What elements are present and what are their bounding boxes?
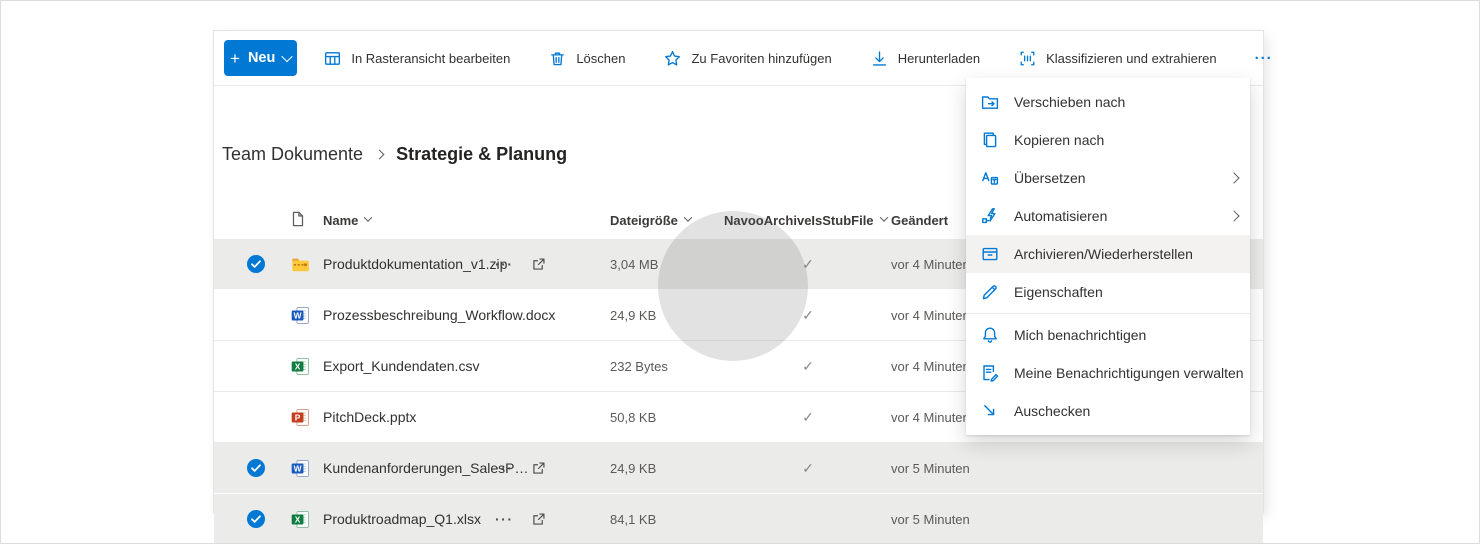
toolbar-overflow-button[interactable]: ···	[1249, 49, 1279, 68]
row-selected-checkbox[interactable]	[246, 239, 266, 289]
classify-icon	[1018, 49, 1037, 68]
submenu-chevron-icon	[1228, 172, 1239, 183]
file-row[interactable]: W Kundenanforderungen_SalesP… ··· 24,9 K…	[214, 443, 1263, 494]
modified-time: vor 4 Minuten	[891, 341, 970, 391]
bell-icon	[980, 325, 1000, 345]
file-name-link[interactable]: Produktroadmap_Q1.xlsx	[323, 494, 481, 544]
download-icon	[870, 49, 889, 68]
row-more-actions-button[interactable]: ···	[495, 239, 514, 289]
stub-checkmark-icon: ✓	[797, 341, 819, 391]
toolbar-button[interactable]: In Rasteransicht bearbeiten	[317, 48, 516, 69]
file-size: 232 Bytes	[610, 341, 668, 391]
menu-item[interactable]: Eigenschaften	[966, 273, 1250, 311]
file-size: 50,8 KB	[610, 392, 656, 442]
move-to-folder-icon	[980, 92, 1000, 112]
star-icon	[663, 49, 682, 68]
share-icon[interactable]	[530, 494, 550, 544]
sort-chevron-icon	[364, 213, 372, 221]
document-library-window: + Neu In Rasteransicht bearbeiten Lösche…	[214, 31, 1263, 512]
share-icon[interactable]	[530, 443, 550, 493]
grid-icon	[323, 49, 342, 68]
stub-checkmark-icon: ✓	[797, 290, 819, 340]
row-more-actions-button[interactable]: ···	[495, 494, 514, 544]
xlsx-file-icon: X	[289, 494, 311, 544]
archive-icon	[980, 244, 1000, 264]
modified-time: vor 5 Minuten	[891, 443, 970, 493]
zip-file-icon	[289, 239, 311, 289]
menu-item[interactable]: Automatisieren	[966, 197, 1250, 235]
new-button[interactable]: + Neu	[224, 40, 297, 76]
sort-chevron-icon	[684, 213, 692, 221]
docx-file-icon: W	[289, 443, 311, 493]
row-more-actions-button[interactable]: ···	[495, 443, 514, 493]
svg-text:X: X	[294, 514, 300, 524]
breadcrumb-current: Strategie & Planung	[396, 144, 567, 165]
share-icon[interactable]	[530, 239, 550, 289]
column-header-size[interactable]: Dateigröße	[610, 201, 691, 239]
svg-text:P: P	[294, 412, 300, 422]
translate-icon	[980, 168, 1000, 188]
breadcrumb-parent-link[interactable]: Team Dokumente	[222, 144, 363, 165]
file-size: 24,9 KB	[610, 443, 656, 493]
menu-item[interactable]: Verschieben nach	[966, 83, 1250, 121]
modified-time: vor 4 Minuten	[891, 239, 970, 289]
manage-alerts-icon	[980, 363, 1000, 383]
copy-icon	[980, 130, 1000, 150]
docx-file-icon: W	[289, 290, 311, 340]
automate-icon	[980, 206, 1000, 226]
menu-divider	[966, 313, 1250, 314]
file-name-link[interactable]: Prozessbeschreibung_Workflow.docx	[323, 290, 555, 340]
trash-icon	[548, 49, 567, 68]
file-name-link[interactable]: Produktdokumentation_v1.zip	[323, 239, 507, 289]
row-selected-checkbox[interactable]	[246, 443, 266, 493]
column-header-stub[interactable]: NavooArchiveIsStubFile	[724, 201, 887, 239]
command-bar-items: In Rasteransicht bearbeiten Löschen Zu F…	[297, 48, 1222, 69]
stub-checkmark-icon: ✓	[797, 443, 819, 493]
file-name-link[interactable]: PitchDeck.pptx	[323, 392, 416, 442]
svg-text:W: W	[293, 463, 301, 473]
menu-item[interactable]: Meine Benachrichtigungen verwalten	[966, 354, 1250, 392]
menu-item[interactable]: Kopieren nach	[966, 121, 1250, 159]
submenu-chevron-icon	[1228, 210, 1239, 221]
pencil-icon	[980, 282, 1000, 302]
plus-icon: +	[230, 50, 240, 67]
document-type-column-icon	[289, 210, 307, 228]
breadcrumb: Team Dokumente Strategie & Planung	[222, 144, 567, 165]
modified-time: vor 4 Minuten	[891, 392, 970, 442]
stub-checkmark-icon: ✓	[797, 239, 819, 289]
stub-checkmark-icon: ✓	[797, 392, 819, 442]
overflow-context-menu: Verschieben nach Kopieren nach Übersetze…	[966, 78, 1250, 435]
toolbar-button[interactable]: Zu Favoriten hinzufügen	[657, 48, 837, 69]
new-button-label: Neu	[248, 50, 275, 66]
menu-item[interactable]: Archivieren/Wiederherstellen	[966, 235, 1250, 273]
pptx-file-icon: P	[289, 392, 311, 442]
menu-item[interactable]: Mich benachrichtigen	[966, 316, 1250, 354]
page-canvas: + Neu In Rasteransicht bearbeiten Lösche…	[0, 0, 1480, 544]
row-selected-checkbox[interactable]	[246, 494, 266, 544]
check-out-icon	[980, 401, 1000, 421]
toolbar-button[interactable]: Löschen	[542, 48, 631, 69]
column-header-name[interactable]: Name	[323, 201, 371, 239]
column-header-modified[interactable]: Geändert	[891, 201, 948, 239]
file-row[interactable]: X Produktroadmap_Q1.xlsx ··· 84,1 KB vor…	[214, 494, 1263, 544]
modified-time: vor 5 Minuten	[891, 494, 970, 544]
file-size: 3,04 MB	[610, 239, 658, 289]
file-name-link[interactable]: Export_Kundendaten.csv	[323, 341, 479, 391]
sort-chevron-icon	[879, 213, 887, 221]
chevron-down-icon	[282, 51, 293, 62]
file-size: 84,1 KB	[610, 494, 656, 544]
csv-file-icon: X	[289, 341, 311, 391]
toolbar-button[interactable]: Herunterladen	[864, 48, 986, 69]
toolbar-button[interactable]: Klassifizieren und extrahieren	[1012, 48, 1223, 69]
svg-text:W: W	[293, 310, 301, 320]
file-size: 24,9 KB	[610, 290, 656, 340]
chevron-right-icon	[375, 150, 385, 160]
modified-time: vor 4 Minuten	[891, 290, 970, 340]
menu-item[interactable]: Übersetzen	[966, 159, 1250, 197]
menu-item[interactable]: Auschecken	[966, 392, 1250, 430]
svg-text:X: X	[294, 361, 300, 371]
